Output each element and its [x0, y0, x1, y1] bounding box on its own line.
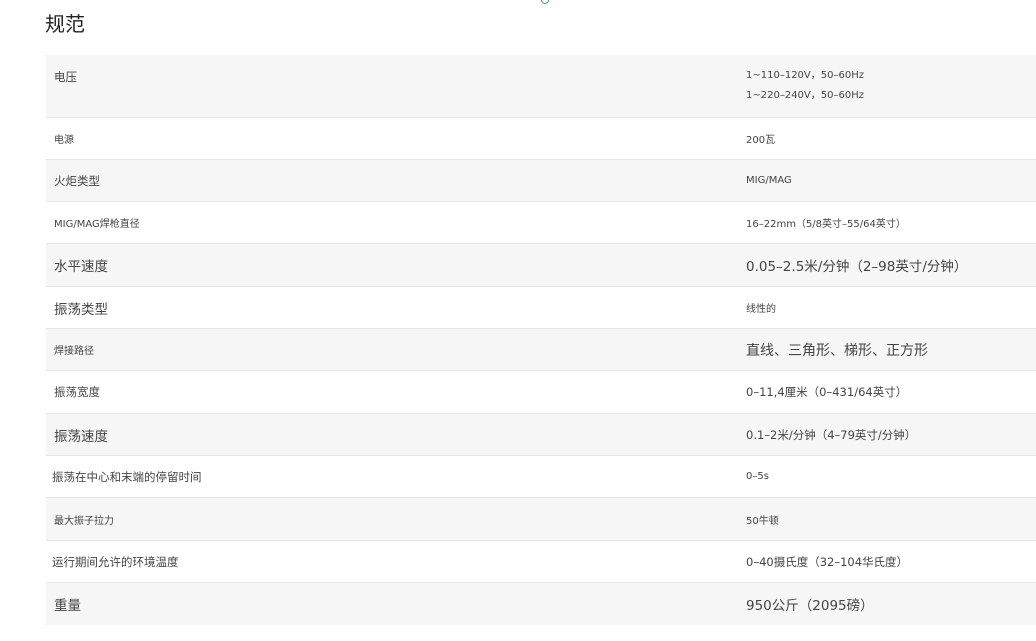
spec-label: 电压 — [54, 70, 77, 84]
spec-value: 0–11,4厘米（0–431/64英寸） — [746, 385, 908, 399]
spec-value: 直线、三角形、梯形、正方形 — [746, 342, 928, 359]
table-row: 振荡速度 0.1–2米/分钟（4–79英寸/分钟） — [46, 414, 1036, 456]
spec-value: 950公斤（2095磅） — [746, 598, 874, 614]
spec-page: 规范 电压 1~110–120V，50–60Hz 1~220–240V，50–6… — [0, 0, 1036, 641]
spec-value: 0–40摄氏度（32–104华氏度） — [746, 554, 909, 569]
spec-label: 运行期间允许的环境温度 — [52, 554, 179, 569]
table-row: 焊接路径 直线、三角形、梯形、正方形 — [46, 329, 1036, 371]
table-row: 最大振子拉力 50牛顿 — [46, 498, 1036, 541]
spec-value-line: 1~220–240V，50–60Hz — [746, 90, 864, 101]
table-row: 振荡宽度 0–11,4厘米（0–431/64英寸） — [46, 371, 1036, 414]
spec-value: 50牛顿 — [746, 515, 779, 527]
cursor-marker-icon — [541, 0, 549, 4]
spec-label: 水平速度 — [54, 259, 108, 275]
table-row: 振荡类型 线性的 — [46, 287, 1036, 329]
spec-value: MIG/MAG — [746, 175, 792, 186]
spec-label: 振荡在中心和末端的停留时间 — [52, 469, 202, 484]
spec-label: 电源 — [54, 135, 74, 146]
table-row: MIG/MAG焊枪直径 16–22mm（5/8英寸–55/64英寸） — [46, 202, 1036, 244]
table-row: 运行期间允许的环境温度 0–40摄氏度（32–104华氏度） — [46, 541, 1036, 583]
table-row: 振荡在中心和末端的停留时间 0–5s — [46, 456, 1036, 498]
table-row: 重量 950公斤（2095磅） — [46, 583, 1036, 625]
spec-label: MIG/MAG焊枪直径 — [54, 219, 140, 230]
spec-value: 0.05–2.5米/分钟（2–98英寸/分钟） — [746, 259, 968, 275]
spec-label: 重量 — [54, 598, 81, 614]
table-row: 水平速度 0.05–2.5米/分钟（2–98英寸/分钟） — [46, 244, 1036, 287]
spec-label: 振荡宽度 — [54, 385, 100, 399]
spec-value: 0.1–2米/分钟（4–79英寸/分钟） — [746, 427, 917, 442]
spec-label: 振荡类型 — [54, 301, 108, 318]
spec-label: 火炬类型 — [54, 173, 100, 188]
spec-value: 1~110–120V，50–60Hz 1~220–240V，50–60Hz — [746, 66, 1036, 106]
spec-value: 16–22mm（5/8英寸–55/64英寸） — [746, 219, 906, 230]
table-row: 火炬类型 MIG/MAG — [46, 160, 1036, 202]
table-row: 电源 200瓦 — [46, 118, 1036, 160]
spec-value-line: 1~110–120V，50–60Hz — [746, 70, 864, 81]
spec-value: 200瓦 — [746, 135, 776, 146]
spec-table: 电压 1~110–120V，50–60Hz 1~220–240V，50–60Hz… — [46, 55, 1036, 625]
spec-value: 0–5s — [746, 471, 769, 482]
spec-label: 焊接路径 — [54, 346, 94, 357]
spec-label: 最大振子拉力 — [54, 515, 114, 527]
spec-label: 振荡速度 — [54, 428, 108, 445]
table-row: 电压 1~110–120V，50–60Hz 1~220–240V，50–60Hz — [46, 55, 1036, 118]
spec-value: 线性的 — [746, 304, 776, 315]
page-title: 规范 — [45, 12, 85, 36]
